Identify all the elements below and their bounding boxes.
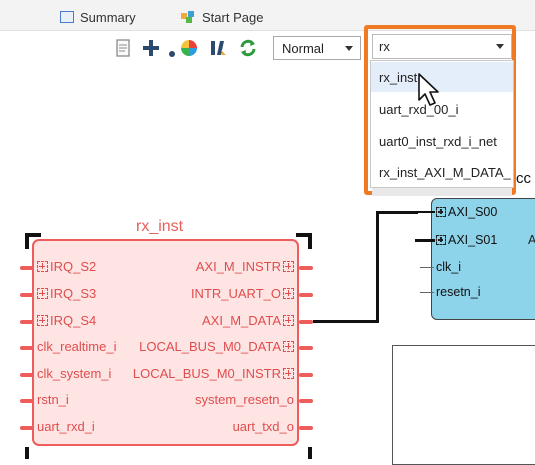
add-icon-dot	[169, 51, 175, 57]
port-stub	[420, 292, 434, 293]
chevron-down-icon	[345, 46, 353, 51]
blue-port-axi-s01[interactable]: AXI_S01	[436, 233, 497, 247]
search-result-label: rx_inst_AXI_M_DATA_	[379, 164, 511, 180]
port-label: LOCAL_BUS_M0_INSTR	[132, 366, 281, 381]
expand-port-icon[interactable]	[37, 261, 48, 272]
rx-port-axi-m-instr[interactable]: AXI_M_INSTR	[196, 259, 294, 274]
blue-port-clk[interactable]: clk_i	[436, 260, 461, 274]
expand-port-icon[interactable]	[37, 288, 48, 299]
port-stub	[299, 266, 313, 270]
port-stub	[299, 346, 313, 350]
port-stub	[299, 426, 313, 430]
port-label: IRQ_S3	[50, 286, 97, 301]
port-label: uart_txd_o	[232, 419, 294, 434]
color-wheel-icon[interactable]	[179, 38, 199, 58]
rx-port-uart-rxd[interactable]: uart_rxd_i	[37, 419, 95, 434]
port-label: IRQ_S2	[50, 259, 97, 274]
expand-port-icon[interactable]	[283, 288, 294, 299]
port-label: AXI_M_DATA	[202, 313, 281, 328]
tab-summary-label: Summary	[80, 9, 136, 25]
connection-line	[415, 211, 435, 213]
port-label: INTR_UART_O	[190, 286, 281, 301]
port-label: AXI_M_INSTR	[195, 259, 281, 274]
chevron-down-icon[interactable]	[496, 44, 504, 49]
summary-doc-icon	[60, 11, 74, 23]
port-stub	[299, 320, 313, 324]
rx-port-system-resetn-o[interactable]: system_resetn_o	[195, 392, 294, 407]
blue-block-right-label: A	[528, 233, 535, 247]
port-label: uart_rxd_i	[37, 419, 95, 434]
port-label: resetn_i	[436, 285, 481, 299]
selection-corner	[25, 447, 33, 459]
port-label: clk_i	[436, 260, 462, 274]
rx-port-irq-s3[interactable]: IRQ_S3	[37, 286, 96, 301]
empty-block[interactable]	[392, 345, 535, 465]
expand-port-icon[interactable]	[436, 207, 446, 217]
tab-summary[interactable]: Summary	[60, 6, 136, 28]
expand-port-icon[interactable]	[283, 341, 294, 352]
port-stub	[20, 320, 34, 324]
port-stub	[20, 373, 34, 377]
rx-port-local-bus-m0-data[interactable]: LOCAL_BUS_M0_DATA	[139, 339, 294, 354]
port-stub	[20, 266, 34, 270]
rx-port-rstn[interactable]: rstn_i	[37, 392, 69, 407]
port-stub	[20, 399, 34, 403]
rx-port-irq-s4[interactable]: IRQ_S4	[37, 313, 96, 328]
port-stub	[20, 426, 34, 430]
report-icon[interactable]	[113, 38, 133, 58]
rx-port-intr-uart-o[interactable]: INTR_UART_O	[191, 286, 294, 301]
port-label: LOCAL_BUS_M0_DATA	[139, 339, 281, 354]
search-combo-input[interactable]: rx	[372, 34, 512, 59]
port-label: AXI_S01	[448, 233, 498, 247]
search-result-label: uart0_inst_rxd_i_net	[379, 133, 497, 149]
rx-port-clk-realtime[interactable]: clk_realtime_i	[37, 339, 116, 354]
connection-line	[376, 211, 379, 323]
tab-start-page[interactable]: Start Page	[180, 6, 263, 28]
view-mode-value: Normal	[282, 40, 324, 56]
start-page-icon	[181, 11, 194, 23]
rx-port-irq-s2[interactable]: IRQ_S2	[37, 259, 96, 274]
connection-line	[376, 211, 418, 214]
blue-port-axi-s00[interactable]: AXI_S00	[436, 205, 497, 219]
port-label: clk_realtime_i	[37, 339, 117, 354]
search-result-label: rx_inst	[379, 69, 418, 85]
tab-start-page-label: Start Page	[202, 9, 264, 25]
search-result-item[interactable]: rx_inst_AXI_M_DATA_	[371, 157, 513, 187]
mouse-pointer-icon	[418, 73, 439, 106]
expand-port-icon[interactable]	[283, 315, 294, 326]
rx-port-local-bus-m0-instr[interactable]: LOCAL_BUS_M0_INSTR	[133, 366, 294, 381]
port-label: clk_system_i	[37, 366, 112, 381]
view-mode-select[interactable]: Normal	[273, 36, 361, 60]
rx-port-clk-system[interactable]: clk_system_i	[37, 366, 111, 381]
expand-port-icon[interactable]	[283, 368, 294, 379]
port-label: rstn_i	[37, 392, 69, 407]
search-value: rx	[379, 39, 390, 54]
connection-line	[313, 320, 377, 323]
port-stub	[299, 293, 313, 297]
expand-port-icon[interactable]	[283, 261, 294, 272]
rx-port-uart-txd-o[interactable]: uart_txd_o	[233, 419, 294, 434]
port-stub	[299, 399, 313, 403]
port-stub	[299, 373, 313, 377]
search-result-item[interactable]: uart0_inst_rxd_i_net	[371, 126, 513, 156]
port-stub	[20, 346, 34, 350]
expand-port-icon[interactable]	[436, 235, 446, 245]
expand-port-icon[interactable]	[37, 315, 48, 326]
port-stub	[20, 293, 34, 297]
dropdown-scrollbar[interactable]	[372, 188, 512, 196]
port-label: system_resetn_o	[195, 392, 294, 407]
refresh-icon[interactable]	[238, 38, 258, 58]
blue-port-resetn[interactable]: resetn_i	[436, 285, 480, 299]
port-stub	[420, 267, 434, 268]
tcl-icon[interactable]	[208, 38, 228, 58]
rx-port-axi-m-data[interactable]: AXI_M_DATA	[202, 313, 294, 328]
connection-line	[415, 239, 435, 242]
port-label: AXI_S00	[448, 205, 498, 219]
selection-corner	[304, 447, 312, 459]
rx-block-title: rx_inst	[136, 218, 184, 235]
port-label: IRQ_S4	[50, 313, 97, 328]
